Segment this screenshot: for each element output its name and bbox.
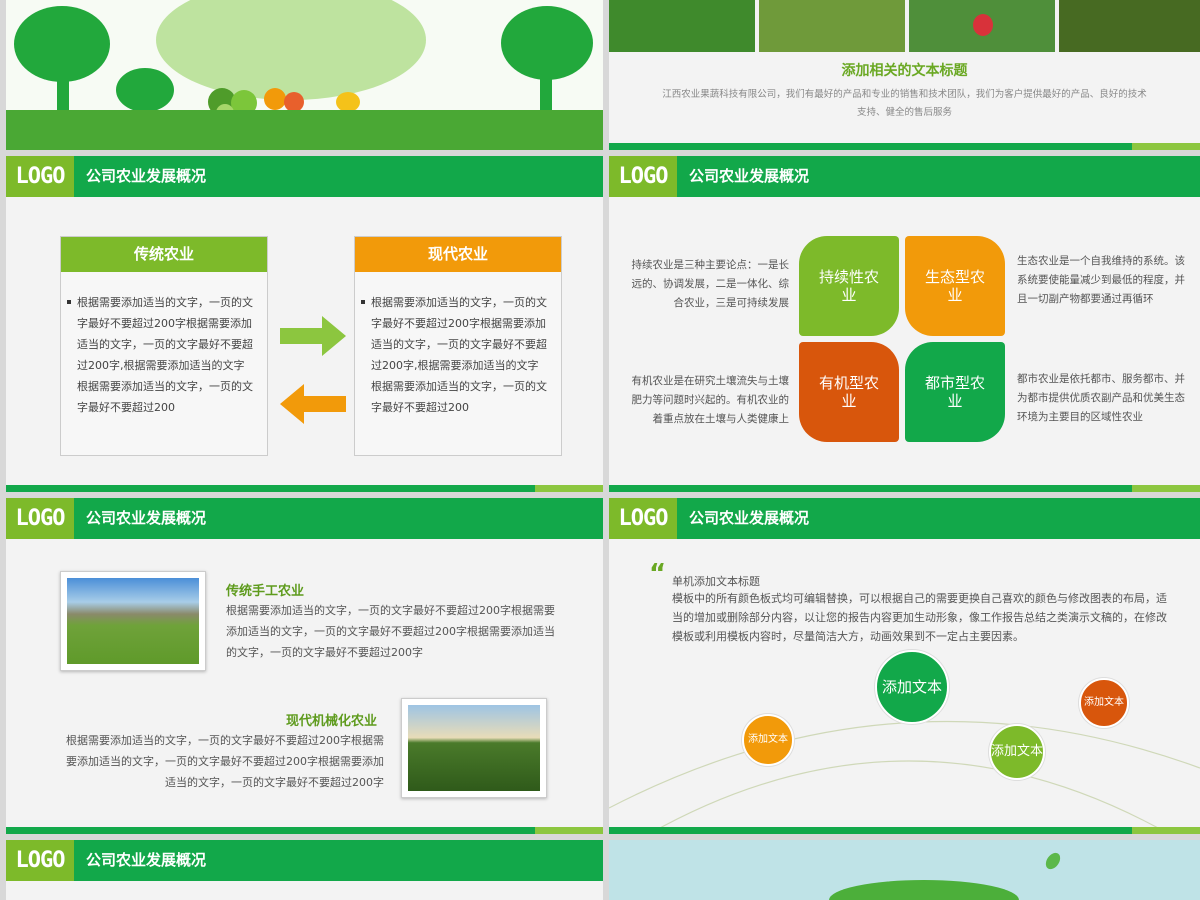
- item-title: 传统手工农业: [226, 584, 305, 599]
- bubble-lime: 添加文本: [989, 724, 1045, 780]
- footer-bar: [609, 827, 1200, 834]
- footer-bar: [609, 143, 1200, 150]
- card-body: 根据需要添加适当的文字，一页的文字最好不要超过200字根据需要添加适当的文字，一…: [355, 272, 561, 418]
- petal-urban: 都市型农业: [905, 342, 1005, 442]
- slide-title: 添加相关的文本标题: [841, 63, 968, 79]
- petal-sustainable: 持续性农业: [799, 236, 899, 336]
- pepper-icon: [336, 92, 360, 112]
- slide-farming-methods-thumbnail[interactable]: LOGO 公司农业发展概况 传统手工农业 根据需要添加适当的文字，一页的文字最好…: [6, 498, 603, 834]
- header-title: 公司农业发展概况: [689, 167, 810, 185]
- slide-partial-thumbnail[interactable]: LOGO 公司农业发展概况: [6, 840, 603, 900]
- slide-types-thumbnail[interactable]: LOGO 公司农业发展概况 持续农业是三种主要论点：一是长远的、协调发展，二是一…: [609, 156, 1200, 492]
- modern-card: 现代农业 根据需要添加适当的文字，一页的文字最好不要超过200字根据需要添加适当…: [354, 236, 562, 456]
- header-bar: LOGO 公司农业发展概况: [609, 156, 1200, 197]
- footer-accent: [1132, 827, 1200, 834]
- footer-accent: [535, 485, 603, 492]
- tree-icon: [501, 6, 593, 80]
- item-body: 根据需要添加适当的文字，一页的文字最好不要超过200字根据需要添加适当的文字，一…: [226, 604, 555, 659]
- urban-description: 都市农业是依托都市、服务都市、并为都市提供优质农副产品和优美生态环境为主要目的区…: [1017, 373, 1185, 423]
- header-title: 公司农业发展概况: [86, 509, 207, 527]
- header-title: 公司农业发展概况: [86, 851, 207, 869]
- slide-intro-thumbnail[interactable]: 添加相关的文本标题 江西农业果蔬科技有限公司，我们有最好的产品和专业的销售和技术…: [609, 0, 1200, 150]
- photo-tractor-field: [408, 705, 540, 791]
- tree-trunk: [540, 70, 552, 115]
- text-heading: 单机添加文本标题: [672, 575, 760, 588]
- card-title: 传统农业: [61, 237, 267, 272]
- header-bar: LOGO 公司农业发展概况: [6, 840, 603, 881]
- header-title: 公司农业发展概况: [86, 167, 207, 185]
- traditional-card: 传统农业 根据需要添加适当的文字，一页的文字最好不要超过200字根据需要添加适当…: [60, 236, 268, 456]
- header-bar: LOGO 公司农业发展概况: [609, 498, 1200, 539]
- apple-icon: [284, 92, 304, 112]
- logo: LOGO: [609, 156, 677, 197]
- header-bar: LOGO 公司农业发展概况: [6, 498, 603, 539]
- photo-vegetables: [609, 0, 755, 52]
- photo-frame: [60, 571, 206, 671]
- slide-comparison-thumbnail[interactable]: LOGO 公司农业发展概况 传统农业 根据需要添加适当的文字，一页的文字最好不要…: [6, 156, 603, 492]
- strawberry-shape: [973, 14, 993, 36]
- photo-frame: [401, 698, 547, 798]
- organic-description: 有机农业是在研究土壤流失与土壤肥力等问题时兴起的。有机农业的着重点放在土壤与人类…: [631, 375, 790, 425]
- logo: LOGO: [6, 840, 74, 881]
- slide-body-text: 江西农业果蔬科技有限公司，我们有最好的产品和专业的销售和技术团队，我们为客户提供…: [662, 89, 1147, 118]
- photo-farm-workers: [67, 578, 199, 664]
- slide-cover-thumbnail[interactable]: [6, 0, 603, 150]
- item-body: 根据需要添加适当的文字，一页的文字最好不要超过200字根据需要添加适当的文字，一…: [66, 734, 384, 789]
- footer-bar: [6, 485, 603, 492]
- petal-ecological: 生态型农业: [905, 236, 1005, 336]
- sustainable-description: 持续农业是三种主要论点：一是长远的、协调发展，二是一体化、综合农业，三是可持续发…: [631, 259, 790, 309]
- bubble-large: 添加文本: [875, 650, 949, 724]
- photo-strawberry: [909, 0, 1055, 52]
- arrow-right-icon: [280, 316, 346, 356]
- text-body: 模板中的所有颜色板式均可编辑替换，可以根据自己的需要更换自己喜欢的颜色与修改图表…: [672, 592, 1167, 643]
- photo-crop-rows: [1059, 0, 1200, 52]
- footer-bar: [609, 485, 1200, 492]
- petal-organic: 有机型农业: [799, 342, 899, 442]
- bubble-rust: 添加文本: [1079, 678, 1129, 728]
- footer-bar: [6, 827, 603, 834]
- footer-accent: [1132, 143, 1200, 150]
- card-body: 根据需要添加适当的文字，一页的文字最好不要超过200字根据需要添加适当的文字，一…: [61, 272, 267, 418]
- slide-partial-ending-thumbnail[interactable]: [609, 840, 1200, 900]
- header-title: 公司农业发展概况: [689, 509, 810, 527]
- arrow-left-icon: [280, 384, 346, 424]
- grass-ground: [6, 110, 603, 150]
- item-title: 现代机械化农业: [286, 714, 378, 729]
- card-title: 现代农业: [355, 237, 561, 272]
- footer-accent: [535, 827, 603, 834]
- slide-bubbles-thumbnail[interactable]: LOGO 公司农业发展概况 “ 单机添加文本标题 模板中的所有颜色板式均可编辑替…: [609, 498, 1200, 834]
- photo-field: [759, 0, 905, 52]
- logo: LOGO: [6, 156, 74, 197]
- quote-icon: “: [649, 559, 667, 589]
- bubble-orange: 添加文本: [742, 714, 794, 766]
- orange-icon: [264, 88, 286, 110]
- footer-accent: [1132, 485, 1200, 492]
- logo: LOGO: [6, 498, 74, 539]
- header-bar: LOGO 公司农业发展概况: [6, 156, 603, 197]
- ecological-description: 生态农业是一个自我维持的系统。该系统要使能量减少到最低的程度，并且一切副产物都要…: [1017, 255, 1185, 305]
- logo: LOGO: [609, 498, 677, 539]
